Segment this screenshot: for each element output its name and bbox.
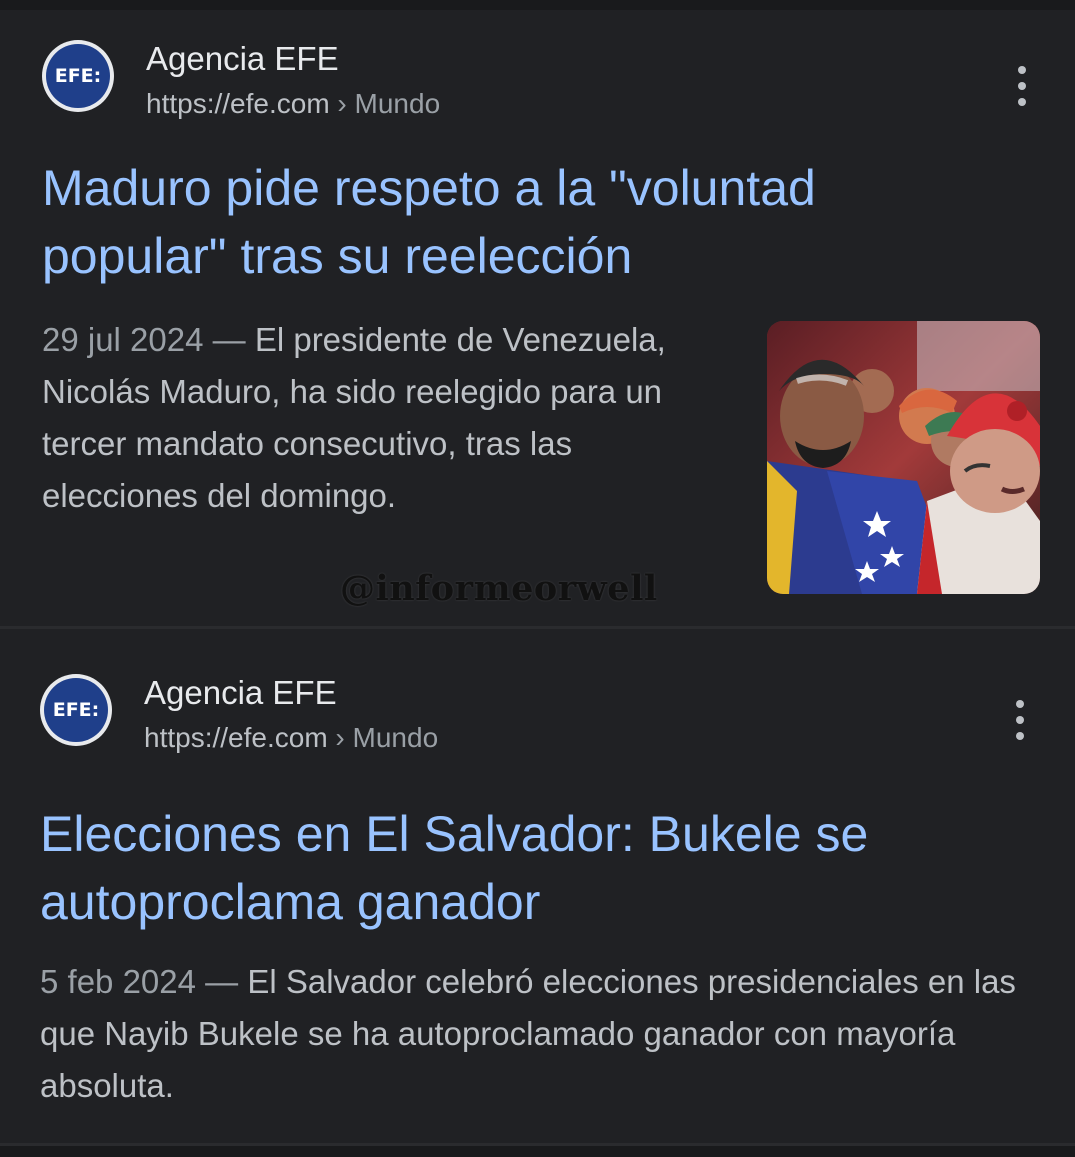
date-dash: — bbox=[205, 963, 239, 1000]
site-url: https://efe.com › Mundo bbox=[144, 722, 438, 754]
results-divider bbox=[0, 626, 1075, 629]
date-dash: — bbox=[212, 321, 246, 358]
site-logo: EFE: bbox=[42, 40, 114, 112]
search-result-1: EFE: Agencia EFE https://efe.com › Mundo… bbox=[0, 10, 1075, 627]
efe-logo-icon: EFE: bbox=[46, 44, 110, 108]
more-vert-icon-dot bbox=[1018, 98, 1026, 106]
more-vert-icon bbox=[1018, 66, 1026, 74]
result-title-link[interactable]: Elecciones en El Salvador: Bukele se aut… bbox=[40, 800, 1000, 936]
url-text: https://efe.com bbox=[146, 88, 330, 119]
search-result-2: EFE: Agencia EFE https://efe.com › Mundo… bbox=[0, 630, 1075, 1145]
breadcrumb-separator: › bbox=[335, 722, 345, 753]
site-logo: EFE: bbox=[40, 674, 112, 746]
site-url: https://efe.com › Mundo bbox=[146, 88, 440, 120]
more-options-button[interactable] bbox=[1012, 66, 1032, 106]
efe-logo-icon: EFE: bbox=[44, 678, 108, 742]
result-snippet: 29 jul 2024 — El presidente de Venezuela… bbox=[42, 314, 732, 522]
watermark-text: @informeorwell bbox=[340, 568, 658, 609]
result-title-link[interactable]: Maduro pide respeto a la "voluntad popul… bbox=[42, 154, 942, 290]
breadcrumb-section: Mundo bbox=[354, 88, 441, 119]
result-source[interactable]: EFE: Agencia EFE https://efe.com › Mundo bbox=[42, 38, 1042, 120]
thumbnail-photo bbox=[767, 321, 1040, 594]
top-strip bbox=[0, 0, 1075, 10]
url-text: https://efe.com bbox=[144, 722, 328, 753]
result-thumbnail-image[interactable] bbox=[767, 321, 1040, 594]
result-date: 29 jul 2024 bbox=[42, 321, 204, 358]
site-name: Agencia EFE bbox=[144, 674, 337, 711]
breadcrumb-section: Mundo bbox=[352, 722, 439, 753]
more-vert-icon-dot bbox=[1016, 716, 1024, 724]
more-vert-icon-dot bbox=[1018, 82, 1026, 90]
more-vert-icon bbox=[1016, 700, 1024, 708]
result-source[interactable]: EFE: Agencia EFE https://efe.com › Mundo bbox=[40, 672, 1040, 754]
bottom-strip bbox=[0, 1146, 1075, 1157]
result-date: 5 feb 2024 bbox=[40, 963, 196, 1000]
result-snippet: 5 feb 2024 — El Salvador celebró eleccio… bbox=[40, 956, 1040, 1112]
site-name: Agencia EFE bbox=[146, 40, 339, 77]
more-vert-icon-dot bbox=[1016, 732, 1024, 740]
more-options-button[interactable] bbox=[1010, 700, 1030, 740]
breadcrumb-separator: › bbox=[337, 88, 347, 119]
